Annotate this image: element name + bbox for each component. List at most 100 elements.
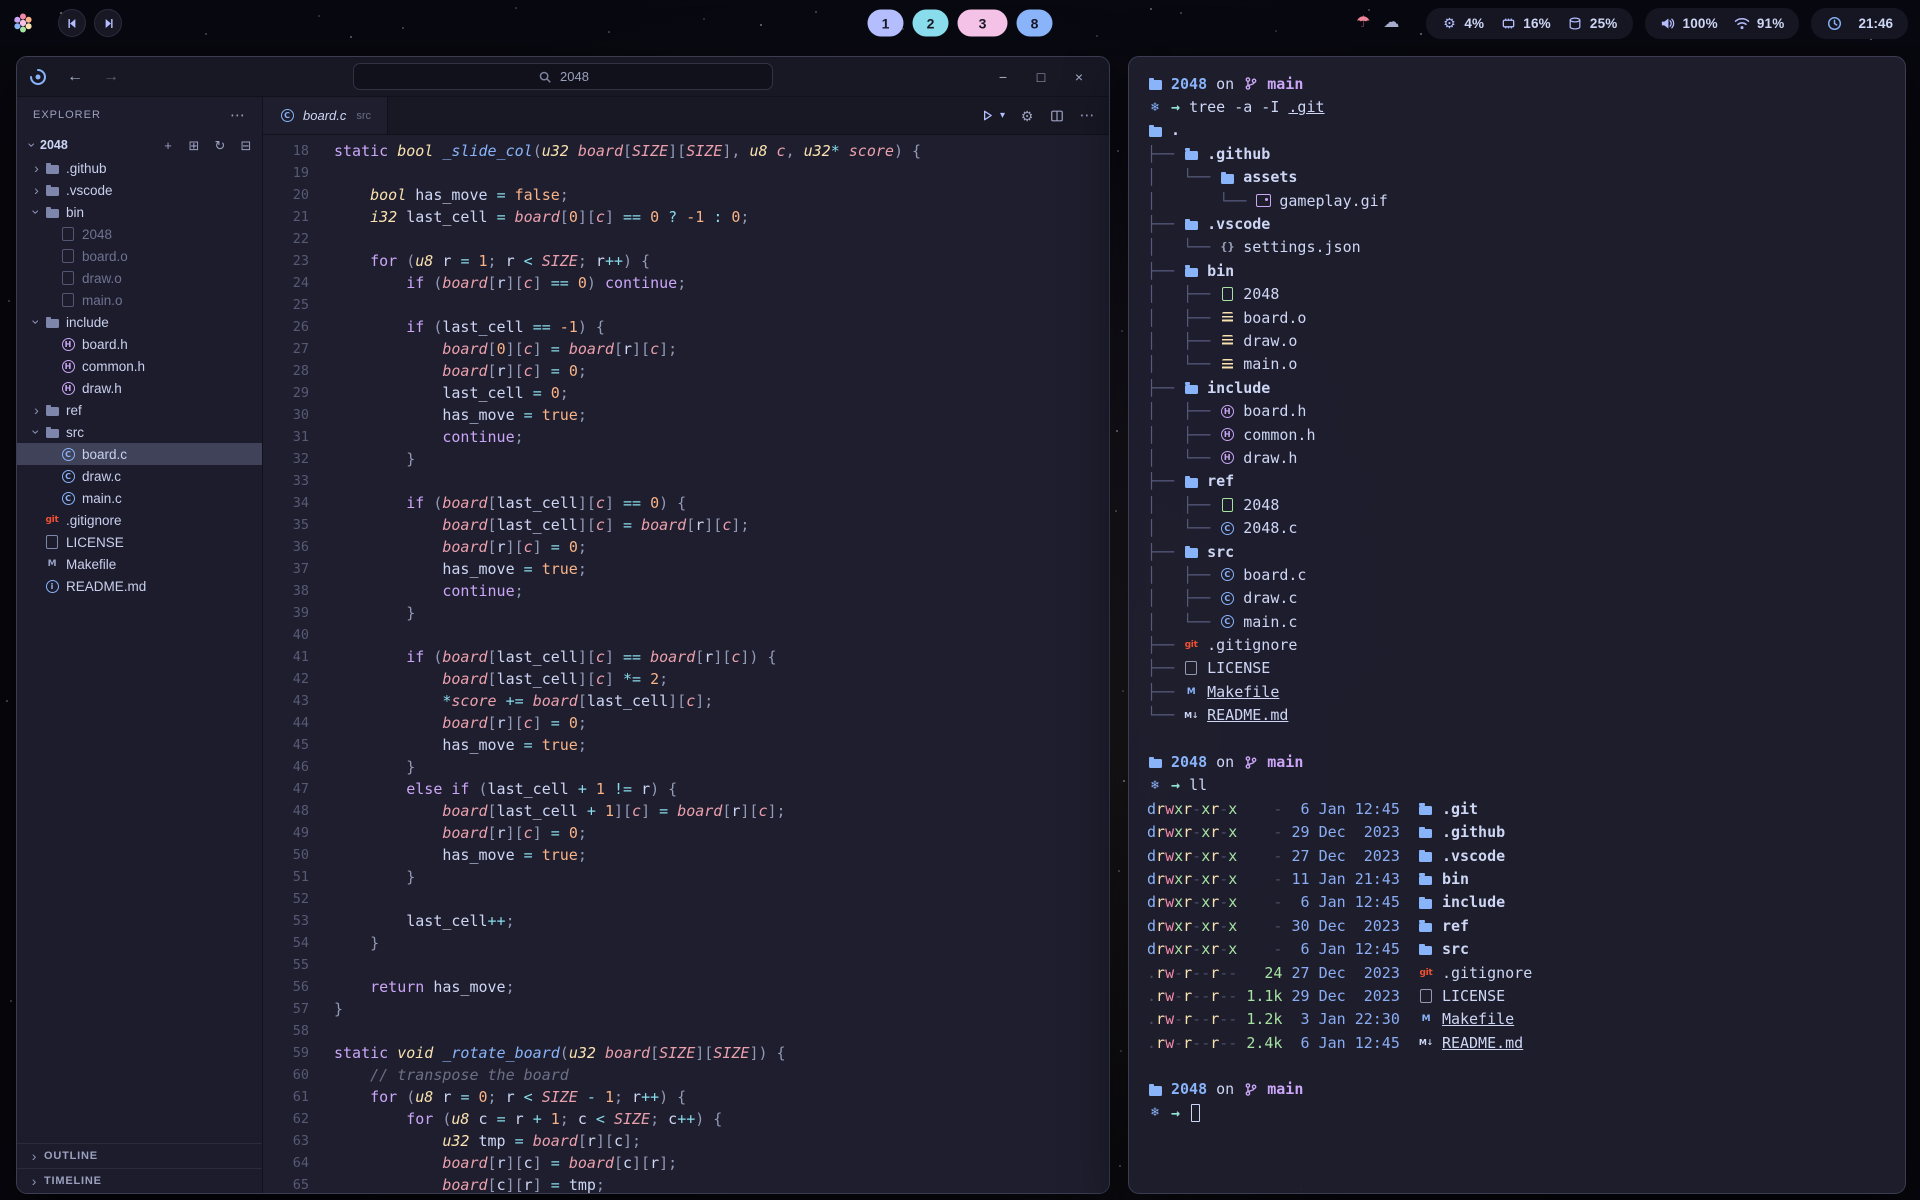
workspace-1-pill[interactable]: 1: [868, 10, 904, 37]
code-line-46[interactable]: 46 }: [263, 756, 1109, 778]
more-actions-icon[interactable]: ⋯: [1079, 108, 1095, 123]
close-button[interactable]: ×: [1071, 69, 1087, 84]
code-line-24[interactable]: 24 if (board[r][c] == 0) continue;: [263, 272, 1109, 294]
explorer-item-.vscode[interactable]: ›.vscode: [17, 179, 262, 201]
nav-back-icon[interactable]: ←: [67, 69, 83, 84]
explorer-item-draw.c[interactable]: Cdraw.c: [17, 465, 262, 487]
refresh-icon[interactable]: ↻: [212, 138, 228, 153]
explorer-item-.gitignore[interactable]: git.gitignore: [17, 509, 262, 531]
run-button[interactable]: [980, 108, 996, 123]
code-line-19[interactable]: 19: [263, 162, 1109, 184]
code-line-18[interactable]: 18static bool _slide_col(u32 board[SIZE]…: [263, 140, 1109, 162]
code-line-34[interactable]: 34 if (board[last_cell][c] == 0) {: [263, 492, 1109, 514]
code-line-53[interactable]: 53 last_cell++;: [263, 910, 1109, 932]
workspace-2-pill[interactable]: 2: [913, 10, 949, 37]
code-line-43[interactable]: 43 *score += board[last_cell][c];: [263, 690, 1109, 712]
explorer-item-README.md[interactable]: iREADME.md: [17, 575, 262, 597]
new-file-icon[interactable]: +: [160, 138, 176, 153]
code-line-44[interactable]: 44 board[r][c] = 0;: [263, 712, 1109, 734]
explorer-item-include[interactable]: ›include: [17, 311, 262, 333]
timeline-panel[interactable]: › TIMELINE: [17, 1168, 262, 1193]
explorer-item-draw.o[interactable]: draw.o: [17, 267, 262, 289]
code-line-30[interactable]: 30 has_move = true;: [263, 404, 1109, 426]
code-line-20[interactable]: 20 bool has_move = false;: [263, 184, 1109, 206]
split-editor-icon[interactable]: [1049, 108, 1065, 123]
code-line-48[interactable]: 48 board[last_cell + 1][c] = board[r][c]…: [263, 800, 1109, 822]
code-line-64[interactable]: 64 board[r][c] = board[c][r];: [263, 1152, 1109, 1174]
code-line-35[interactable]: 35 board[last_cell][c] = board[r][c];: [263, 514, 1109, 536]
media-prev-button[interactable]: [58, 9, 86, 37]
run-dropdown-icon[interactable]: ▾: [1000, 110, 1005, 121]
code-line-62[interactable]: 62 for (u8 c = r + 1; c < SIZE; c++) {: [263, 1108, 1109, 1130]
code-line-59[interactable]: 59static void _rotate_board(u32 board[SI…: [263, 1042, 1109, 1064]
gear-icon: ⚙: [1441, 16, 1457, 31]
explorer-item-src[interactable]: ›src: [17, 421, 262, 443]
code-line-22[interactable]: 22: [263, 228, 1109, 250]
explorer-item-main.o[interactable]: main.o: [17, 289, 262, 311]
code-line-29[interactable]: 29 last_cell = 0;: [263, 382, 1109, 404]
code-line-28[interactable]: 28 board[r][c] = 0;: [263, 360, 1109, 382]
project-root-row[interactable]: › 2048 + ⊞ ↻ ⊟: [17, 133, 262, 157]
code-line-54[interactable]: 54 }: [263, 932, 1109, 954]
explorer-item-draw.h[interactable]: Hdraw.h: [17, 377, 262, 399]
code-editor[interactable]: 18static bool _slide_col(u32 board[SIZE]…: [263, 135, 1109, 1193]
explorer-item-LICENSE[interactable]: LICENSE: [17, 531, 262, 553]
explorer-item-bin[interactable]: ›bin: [17, 201, 262, 223]
code-line-45[interactable]: 45 has_move = true;: [263, 734, 1109, 756]
code-line-58[interactable]: 58: [263, 1020, 1109, 1042]
settings-gear-icon[interactable]: ⚙: [1019, 108, 1035, 123]
code-line-26[interactable]: 26 if (last_cell == -1) {: [263, 316, 1109, 338]
new-folder-icon[interactable]: ⊞: [186, 138, 202, 153]
code-line-33[interactable]: 33: [263, 470, 1109, 492]
collapse-all-icon[interactable]: ⊟: [238, 138, 254, 153]
explorer-item-ref[interactable]: ›ref: [17, 399, 262, 421]
outline-panel[interactable]: › OUTLINE: [17, 1143, 262, 1168]
code-line-49[interactable]: 49 board[r][c] = 0;: [263, 822, 1109, 844]
explorer-item-board.c[interactable]: Cboard.c: [17, 443, 262, 465]
explorer-item-main.c[interactable]: Cmain.c: [17, 487, 262, 509]
code-line-55[interactable]: 55: [263, 954, 1109, 976]
command-center-search[interactable]: 2048: [353, 63, 773, 90]
code-line-21[interactable]: 21 i32 last_cell = board[0][c] == 0 ? -1…: [263, 206, 1109, 228]
code-line-50[interactable]: 50 has_move = true;: [263, 844, 1109, 866]
explorer-item-board.o[interactable]: board.o: [17, 245, 262, 267]
code-line-39[interactable]: 39 }: [263, 602, 1109, 624]
media-next-button[interactable]: [94, 9, 122, 37]
code-line-23[interactable]: 23 for (u8 r = 1; r < SIZE; r++) {: [263, 250, 1109, 272]
code-line-41[interactable]: 41 if (board[last_cell][c] == board[r][c…: [263, 646, 1109, 668]
workspace-8-pill[interactable]: 8: [1017, 10, 1053, 37]
code-line-65[interactable]: 65 board[c][r] = tmp;: [263, 1174, 1109, 1193]
code-line-32[interactable]: 32 }: [263, 448, 1109, 470]
tab-board-c[interactable]: C board.c src: [263, 97, 388, 134]
workspace-3-pill[interactable]: 3: [958, 10, 1008, 37]
code-line-38[interactable]: 38 continue;: [263, 580, 1109, 602]
nav-forward-icon[interactable]: →: [103, 69, 119, 84]
minimize-button[interactable]: −: [995, 69, 1011, 84]
code-line-57[interactable]: 57}: [263, 998, 1109, 1020]
code-line-60[interactable]: 60 // transpose the board: [263, 1064, 1109, 1086]
code-line-31[interactable]: 31 continue;: [263, 426, 1109, 448]
code-line-40[interactable]: 40: [263, 624, 1109, 646]
explorer-item-board.h[interactable]: Hboard.h: [17, 333, 262, 355]
code-line-52[interactable]: 52: [263, 888, 1109, 910]
code-line-47[interactable]: 47 else if (last_cell + 1 != r) {: [263, 778, 1109, 800]
terminal-window[interactable]: 2048 on main❄→ tree -a -I .git.├── .gith…: [1128, 56, 1906, 1194]
code-line-61[interactable]: 61 for (u8 r = 0; r < SIZE - 1; r++) {: [263, 1086, 1109, 1108]
code-line-27[interactable]: 27 board[0][c] = board[r][c];: [263, 338, 1109, 360]
code-line-37[interactable]: 37 has_move = true;: [263, 558, 1109, 580]
code-line-51[interactable]: 51 }: [263, 866, 1109, 888]
topbar-right: ☂ ☁ ⚙4%16%25% 100%91% 21:46: [1340, 8, 1908, 39]
maximize-button[interactable]: □: [1033, 69, 1049, 84]
code-line-63[interactable]: 63 u32 tmp = board[r][c];: [263, 1130, 1109, 1152]
code-line-25[interactable]: 25: [263, 294, 1109, 316]
explorer-item-2048[interactable]: 2048: [17, 223, 262, 245]
code-line-42[interactable]: 42 board[last_cell][c] *= 2;: [263, 668, 1109, 690]
explorer-item-common.h[interactable]: Hcommon.h: [17, 355, 262, 377]
explorer-item-.github[interactable]: ›.github: [17, 157, 262, 179]
vscode-titlebar[interactable]: ← → 2048 − □ ×: [17, 57, 1109, 97]
launcher-button[interactable]: [12, 16, 34, 31]
code-line-36[interactable]: 36 board[r][c] = 0;: [263, 536, 1109, 558]
explorer-more-icon[interactable]: ⋯: [230, 108, 246, 123]
code-line-56[interactable]: 56 return has_move;: [263, 976, 1109, 998]
explorer-item-Makefile[interactable]: MMakefile: [17, 553, 262, 575]
